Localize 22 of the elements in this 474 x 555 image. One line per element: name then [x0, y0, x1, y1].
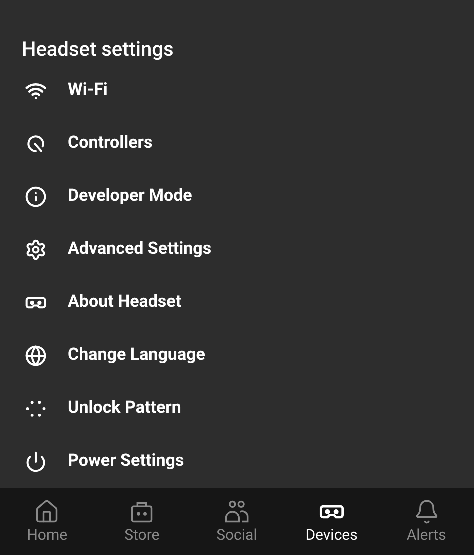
settings-item[interactable]: Unlock Pattern: [0, 382, 474, 435]
settings-item[interactable]: Developer Mode: [0, 170, 474, 223]
page-title: Headset settings: [21, 36, 175, 62]
controller-icon: [25, 132, 47, 154]
nav-tab[interactable]: Alerts: [379, 499, 474, 544]
settings-item[interactable]: Wi-Fi: [0, 64, 474, 117]
globe-icon: [25, 344, 47, 366]
info-icon: [25, 186, 47, 208]
settings-item[interactable]: Power Settings: [0, 435, 474, 488]
nav-tab[interactable]: Devices: [284, 499, 380, 544]
nav-tab[interactable]: Social: [190, 499, 284, 544]
bell-icon: [414, 499, 440, 525]
settings-item[interactable]: About Headset: [0, 276, 474, 329]
nav-tab[interactable]: Store: [94, 499, 190, 544]
settings-item[interactable]: Controllers: [0, 117, 474, 170]
settings-item[interactable]: Advanced Settings: [0, 223, 474, 276]
settings-item[interactable]: Change Language: [0, 329, 474, 382]
settings-icon: [25, 238, 47, 260]
people-icon: [224, 499, 250, 525]
nav-tab[interactable]: Home: [0, 499, 95, 544]
power-icon: [25, 450, 47, 472]
home-icon: [34, 499, 60, 525]
